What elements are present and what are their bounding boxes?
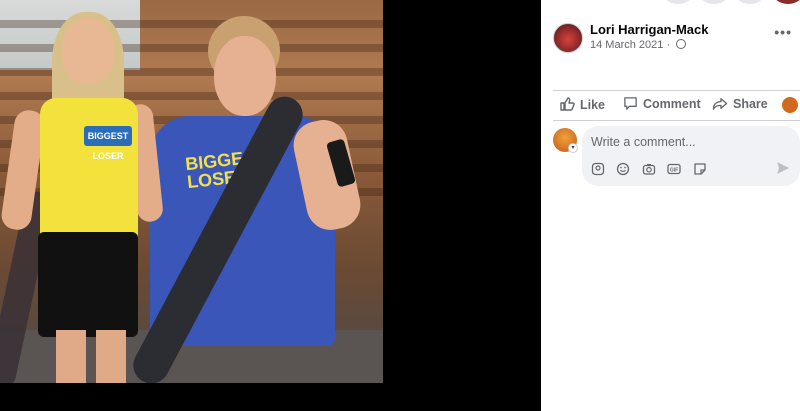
woman-yellow-shorts [38, 232, 138, 337]
top-logo-text: BIGGEST LOSER [84, 126, 132, 161]
sticker-icon[interactable] [693, 162, 707, 176]
post-date[interactable]: 14 March 2021 [590, 39, 663, 51]
avatar-sticker-icon[interactable] [591, 162, 605, 176]
comment-button[interactable]: Comment [623, 96, 701, 111]
thumbs-up-icon [560, 97, 575, 111]
more-options-icon[interactable]: ••• [774, 24, 792, 40]
woman-yellow-leg [56, 330, 86, 383]
post-actions-bar: Like Comment Share [541, 92, 800, 118]
meta-separator: · [666, 39, 671, 51]
like-button[interactable]: Like [559, 96, 605, 112]
woman-yellow-head [62, 18, 114, 84]
post-header: Lori Harrigan-Mack 14 March 2021 · ••• [541, 18, 800, 62]
share-arrow-icon [712, 98, 728, 110]
author-name[interactable]: Lori Harrigan-Mack [590, 22, 708, 37]
gif-icon[interactable]: GIF [667, 162, 682, 176]
post-photo[interactable]: BIGGEST LOSER BIGGEST LOSER [0, 0, 383, 383]
post-meta: 14 March 2021 · [590, 39, 687, 51]
author-avatar[interactable] [553, 23, 583, 53]
camera-icon[interactable] [642, 162, 656, 176]
top-toolbar-partial [541, 0, 800, 4]
toolbar-button[interactable] [735, 0, 765, 4]
photo-viewer: BIGGEST LOSER BIGGEST LOSER [0, 0, 541, 411]
woman-yellow-leg [96, 330, 126, 383]
like-label: Like [580, 98, 606, 112]
comment-tools: GIF [591, 160, 714, 176]
comment-box: GIF [582, 126, 800, 186]
photo-fence-slat [0, 20, 383, 28]
globe-icon[interactable] [676, 39, 687, 49]
react-as-avatar[interactable] [782, 97, 798, 113]
chevron-down-icon[interactable]: ▾ [568, 143, 578, 153]
divider [553, 120, 800, 121]
profile-avatar-button[interactable] [773, 0, 800, 4]
emoji-icon[interactable] [616, 162, 630, 176]
toolbar-button[interactable] [663, 0, 693, 4]
comment-label: Comment [643, 97, 701, 111]
post-side-panel: Lori Harrigan-Mack 14 March 2021 · ••• L… [541, 0, 800, 411]
send-icon[interactable] [776, 161, 790, 175]
share-button[interactable]: Share [712, 96, 768, 111]
speech-bubble-icon [624, 97, 637, 110]
woman-blue-head [214, 36, 276, 116]
svg-text:GIF: GIF [670, 167, 678, 173]
toolbar-button[interactable] [699, 0, 729, 4]
comment-composer: ▾ GIF [541, 126, 800, 186]
divider [553, 90, 800, 91]
woman-yellow-top [40, 98, 138, 240]
share-label: Share [733, 97, 768, 111]
comment-input[interactable] [591, 133, 771, 151]
